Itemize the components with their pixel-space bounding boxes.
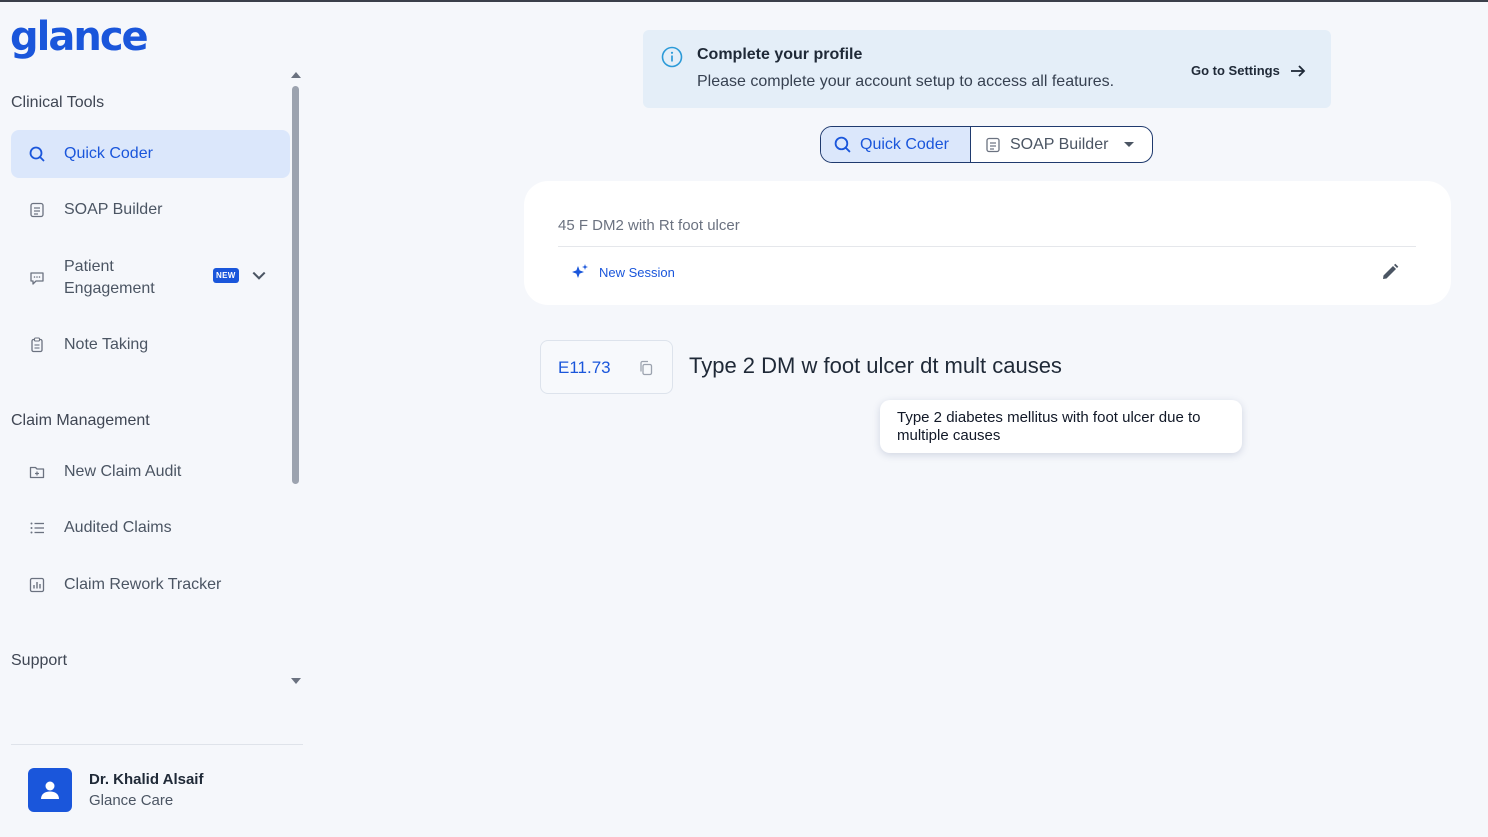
chat-icon: [28, 269, 46, 287]
scroll-down-arrow-icon[interactable]: [291, 678, 301, 684]
sidebar: glance Clinical Tools Quick Coder SOAP B…: [0, 2, 304, 837]
toggle-quick-coder[interactable]: Quick Coder: [821, 127, 971, 162]
search-icon: [28, 145, 46, 163]
search-icon: [834, 136, 851, 153]
folder-plus-icon: [28, 463, 46, 481]
profile-banner: Complete your profile Please complete yo…: [643, 30, 1331, 108]
app-logo[interactable]: glance: [10, 14, 149, 60]
sidebar-item-label: New Claim Audit: [64, 463, 182, 480]
edit-icon[interactable]: [1381, 263, 1399, 286]
info-icon: [661, 46, 683, 73]
code-chip: E11.73: [540, 340, 673, 394]
document-icon: [986, 137, 1000, 152]
user-icon: [41, 781, 59, 799]
sidebar-item-claim-rework-tracker[interactable]: Claim Rework Tracker: [11, 561, 290, 609]
user-name: Dr. Khalid Alsaif: [89, 771, 204, 788]
session-card: 45 F DM2 with Rt foot ulcer New Session: [524, 181, 1451, 305]
session-divider: [558, 246, 1416, 247]
chart-icon: [28, 576, 46, 594]
mode-toggle: Quick Coder SOAP Builder: [820, 126, 1153, 163]
sidebar-item-label: Note Taking: [64, 336, 149, 353]
clipboard-icon: [28, 336, 46, 354]
arrow-right-icon: [1290, 64, 1306, 77]
new-session-button[interactable]: New Session: [570, 263, 675, 281]
sidebar-item-audited-claims[interactable]: Audited Claims: [11, 504, 290, 552]
new-badge: NEW: [213, 268, 239, 283]
sparkle-icon: [572, 264, 588, 278]
section-title-clinical-tools: Clinical Tools: [11, 94, 105, 111]
sidebar-scrollbar[interactable]: [290, 72, 302, 684]
section-title-support: Support: [11, 652, 68, 669]
banner-text: Please complete your account setup to ac…: [697, 73, 1115, 90]
sidebar-item-quick-coder[interactable]: Quick Coder: [11, 130, 290, 178]
sidebar-item-label: Patient Engagement: [64, 258, 155, 297]
sidebar-item-label: SOAP Builder: [64, 201, 163, 218]
user-org: Glance Care: [89, 792, 174, 809]
code-tooltip: Type 2 diabetes mellitus with foot ulcer…: [880, 400, 1242, 453]
list-icon: [28, 519, 46, 537]
scroll-thumb[interactable]: [292, 86, 299, 484]
session-query-input[interactable]: 45 F DM2 with Rt foot ulcer: [558, 217, 740, 234]
section-title-claim-management: Claim Management: [11, 412, 150, 429]
toggle-soap-builder-label: SOAP Builder: [1010, 135, 1109, 153]
icd-code[interactable]: E11.73: [558, 358, 611, 378]
scroll-up-arrow-icon[interactable]: [291, 72, 301, 78]
sidebar-item-patient-engagement[interactable]: Patient Engagement NEW: [11, 250, 290, 306]
code-description: Type 2 DM w foot ulcer dt mult causes: [689, 353, 1062, 378]
sidebar-divider: [11, 744, 303, 745]
sidebar-item-new-claim-audit[interactable]: New Claim Audit: [11, 448, 290, 496]
sidebar-item-soap-builder[interactable]: SOAP Builder: [11, 186, 290, 234]
document-icon: [28, 201, 46, 219]
go-to-settings-label: Go to Settings: [1191, 63, 1280, 78]
sidebar-item-label: Quick Coder: [64, 145, 153, 162]
chevron-down-icon[interactable]: [251, 268, 267, 289]
sidebar-item-label: Audited Claims: [64, 519, 172, 536]
new-session-label: New Session: [599, 264, 675, 280]
go-to-settings-link[interactable]: Go to Settings: [1191, 63, 1306, 78]
sidebar-item-note-taking[interactable]: Note Taking: [11, 321, 290, 369]
banner-title: Complete your profile: [697, 46, 863, 63]
toggle-soap-builder[interactable]: SOAP Builder: [971, 127, 1152, 162]
sidebar-item-label: Claim Rework Tracker: [64, 576, 222, 593]
toggle-quick-coder-label: Quick Coder: [860, 135, 949, 153]
user-profile[interactable]: Dr. Khalid Alsaif Glance Care: [28, 768, 203, 812]
copy-icon[interactable]: [638, 360, 654, 381]
avatar: [28, 768, 72, 812]
caret-down-icon[interactable]: [1124, 142, 1135, 147]
